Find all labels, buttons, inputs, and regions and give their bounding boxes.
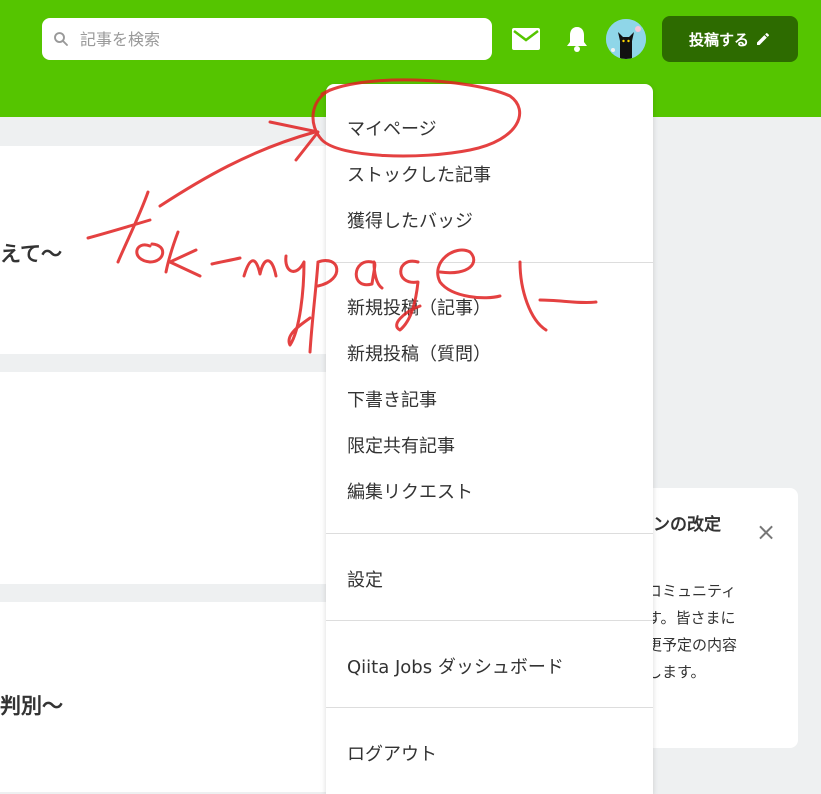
search-input[interactable] — [78, 28, 462, 50]
notification-button[interactable] — [563, 24, 591, 54]
menu-item-drafts[interactable]: 下書き記事 — [347, 386, 437, 412]
menu-divider — [326, 262, 653, 263]
search-box[interactable] — [42, 18, 492, 60]
menu-item-limited-shared[interactable]: 限定共有記事 — [347, 432, 455, 458]
article-card[interactable] — [0, 372, 330, 584]
menu-item-logout[interactable]: ログアウト — [347, 740, 437, 766]
article-title[interactable]: 判別～ — [0, 690, 63, 720]
article-card[interactable]: えて～ — [0, 146, 330, 354]
menu-divider — [326, 620, 653, 621]
user-dropdown-menu: マイページ ストックした記事 獲得したバッジ 新規投稿（記事） 新規投稿（質問）… — [326, 84, 653, 794]
mail-icon — [512, 28, 540, 50]
menu-item-mypage[interactable]: マイページ — [347, 115, 437, 141]
menu-item-new-article[interactable]: 新規投稿（記事） — [347, 294, 491, 320]
article-card[interactable]: 判別～ — [0, 602, 330, 792]
menu-item-badges[interactable]: 獲得したバッジ — [347, 207, 473, 233]
menu-item-edit-requests[interactable]: 編集リクエスト — [347, 478, 473, 504]
menu-item-stocks[interactable]: ストックした記事 — [347, 161, 491, 187]
mail-button[interactable] — [511, 26, 541, 52]
close-icon[interactable]: × — [756, 520, 776, 544]
menu-divider — [326, 707, 653, 708]
bell-icon — [567, 27, 587, 52]
search-icon — [54, 32, 68, 46]
post-button[interactable]: 投稿する — [662, 16, 798, 62]
menu-divider — [326, 533, 653, 534]
cat-avatar — [606, 19, 646, 59]
article-title[interactable]: えて～ — [0, 238, 62, 268]
menu-item-qiita-jobs[interactable]: Qiita Jobs ダッシュボード — [347, 653, 564, 679]
menu-item-settings[interactable]: 設定 — [347, 566, 383, 592]
pencil-icon — [757, 32, 770, 45]
user-avatar-button[interactable] — [606, 19, 646, 59]
notice-card: インの改定 × のコミュニティ ます。皆さまに 変更予定の内容 いします。 — [630, 488, 798, 748]
post-button-label: 投稿する — [688, 30, 749, 49]
menu-item-new-question[interactable]: 新規投稿（質問） — [347, 340, 491, 366]
